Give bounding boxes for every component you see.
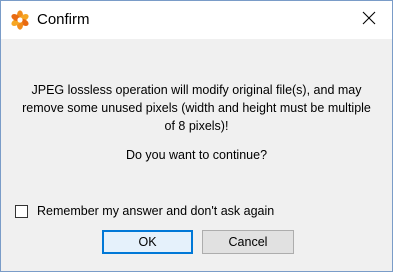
- message-line: JPEG lossless operation will modify orig…: [31, 83, 362, 97]
- remember-answer-option[interactable]: Remember my answer and don't ask again: [15, 204, 274, 218]
- dialog-body: JPEG lossless operation will modify orig…: [1, 39, 392, 271]
- confirm-dialog: Confirm JPEG lossless operation will mod…: [0, 0, 393, 272]
- remember-label: Remember my answer and don't ask again: [37, 204, 275, 218]
- remember-checkbox[interactable]: [15, 204, 28, 218]
- message-line: of 8 pixels)!: [164, 119, 229, 133]
- xnview-flower-icon: [10, 10, 30, 30]
- title-bar: Confirm: [1, 1, 392, 39]
- continue-question: Do you want to continue?: [125, 148, 268, 162]
- cancel-button[interactable]: Cancel: [202, 230, 294, 254]
- close-icon: [362, 11, 376, 30]
- close-button[interactable]: [346, 1, 392, 39]
- message-line: remove some unused pixels (width and hei…: [22, 101, 371, 115]
- dialog-title: Confirm: [37, 11, 90, 28]
- warning-message: JPEG lossless operation will modify orig…: [17, 81, 376, 135]
- ok-button[interactable]: OK: [102, 230, 193, 254]
